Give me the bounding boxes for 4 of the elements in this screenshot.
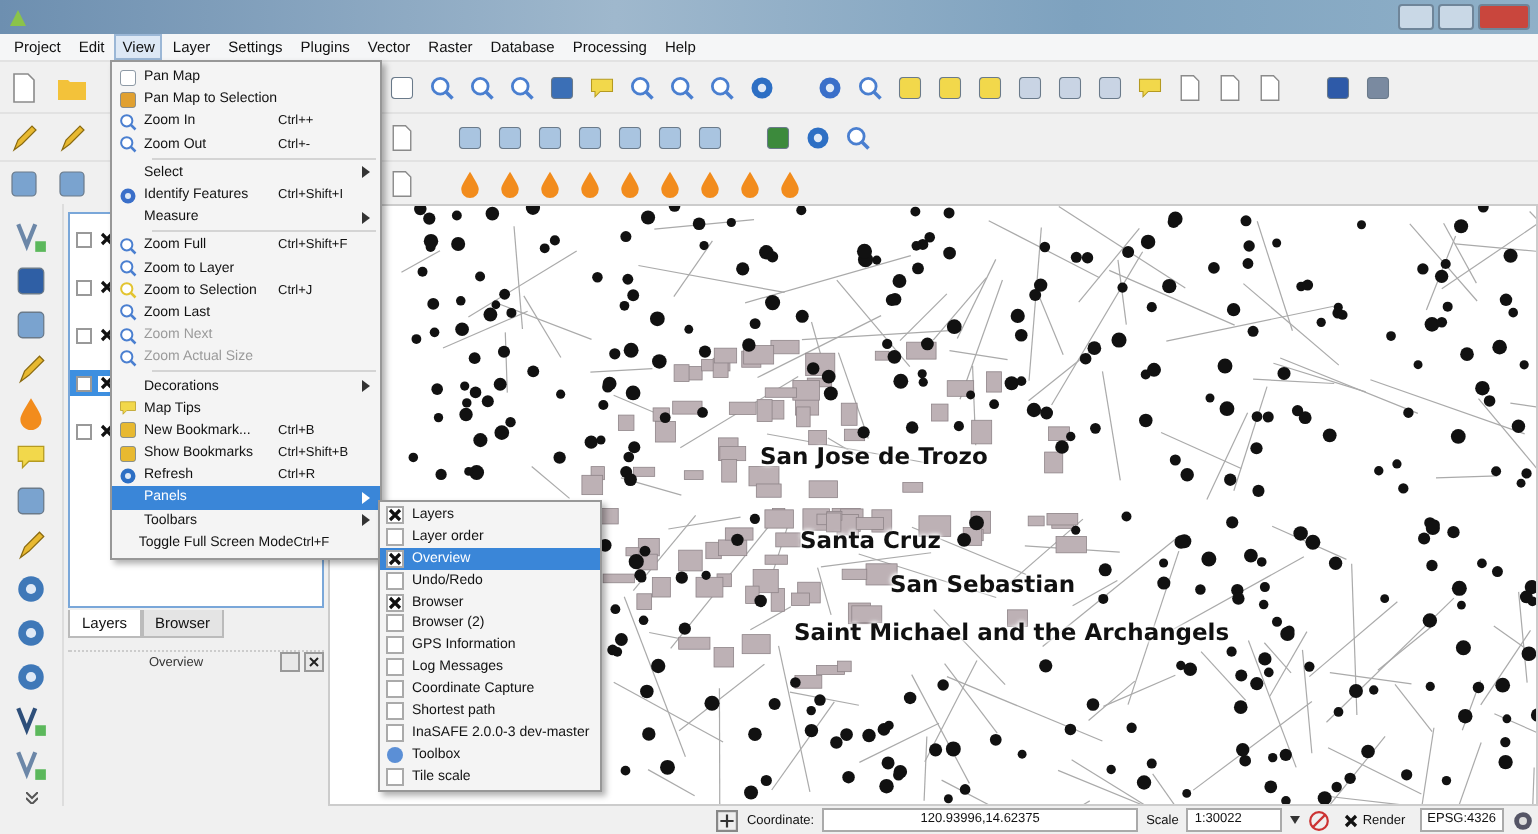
- place-label: San Jose de Trozo: [760, 442, 988, 470]
- place-label: Saint Michael and the Archangels: [794, 618, 1230, 646]
- place-label: San Sebastian: [890, 570, 1076, 598]
- place-label: Santa Cruz: [800, 526, 941, 554]
